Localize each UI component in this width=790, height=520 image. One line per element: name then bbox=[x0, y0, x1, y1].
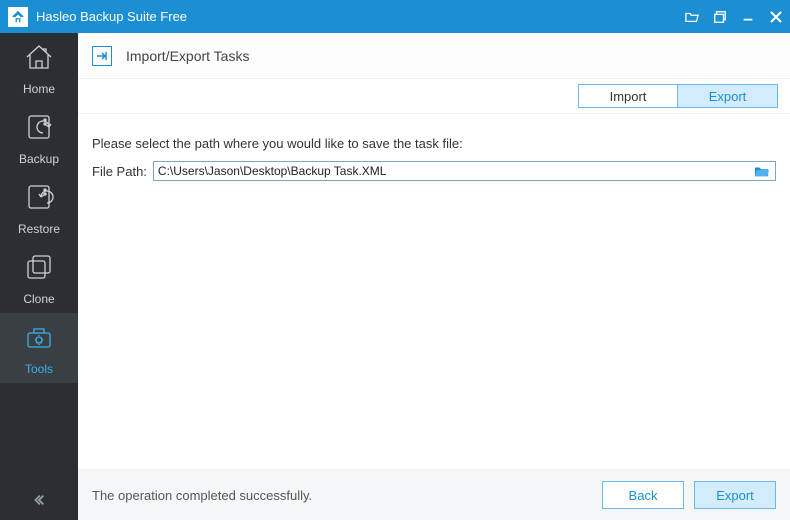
tab-bar: Import Export bbox=[78, 79, 790, 113]
minimize-icon[interactable] bbox=[734, 0, 762, 33]
sidebar-item-label: Restore bbox=[18, 222, 60, 236]
back-button[interactable]: Back bbox=[602, 481, 684, 509]
sidebar-item-backup[interactable]: Backup bbox=[0, 103, 78, 173]
page-title: Import/Export Tasks bbox=[126, 48, 249, 64]
open-folder-icon[interactable] bbox=[678, 0, 706, 33]
clone-icon bbox=[23, 251, 55, 286]
main-panel: Import/Export Tasks Import Export Please… bbox=[78, 33, 790, 520]
close-icon[interactable] bbox=[762, 0, 790, 33]
sidebar-item-tools[interactable]: Tools bbox=[0, 313, 78, 383]
sidebar-item-label: Backup bbox=[19, 152, 59, 166]
titlebar: Hasleo Backup Suite Free bbox=[0, 0, 790, 33]
file-path-label: File Path: bbox=[92, 164, 147, 179]
sidebar-item-restore[interactable]: Restore bbox=[0, 173, 78, 243]
app-icon bbox=[8, 7, 28, 27]
house-icon bbox=[23, 41, 55, 76]
import-export-icon bbox=[92, 46, 112, 66]
restore-window-icon[interactable] bbox=[706, 0, 734, 33]
sidebar-item-label: Tools bbox=[25, 362, 53, 376]
file-path-value: C:\Users\Jason\Desktop\Backup Task.XML bbox=[158, 164, 753, 178]
tab-import[interactable]: Import bbox=[578, 84, 678, 108]
disk-restore-icon bbox=[23, 181, 55, 216]
app-title: Hasleo Backup Suite Free bbox=[36, 9, 187, 24]
page-header: Import/Export Tasks bbox=[78, 33, 790, 79]
disk-backup-icon bbox=[23, 111, 55, 146]
sidebar-item-home[interactable]: Home bbox=[0, 33, 78, 103]
sidebar: Home Backup Restore Clone Tools bbox=[0, 33, 78, 520]
tab-export[interactable]: Export bbox=[678, 84, 778, 108]
sidebar-item-label: Home bbox=[23, 82, 55, 96]
file-path-input[interactable]: C:\Users\Jason\Desktop\Backup Task.XML bbox=[153, 161, 776, 181]
status-text: The operation completed successfully. bbox=[92, 488, 592, 503]
sidebar-collapse-icon[interactable] bbox=[0, 488, 78, 512]
instruction-text: Please select the path where you would l… bbox=[92, 136, 776, 151]
browse-folder-icon[interactable] bbox=[753, 163, 771, 179]
footer: The operation completed successfully. Ba… bbox=[78, 470, 790, 520]
content-area: Please select the path where you would l… bbox=[78, 113, 790, 470]
sidebar-item-label: Clone bbox=[23, 292, 54, 306]
export-button[interactable]: Export bbox=[694, 481, 776, 509]
sidebar-item-clone[interactable]: Clone bbox=[0, 243, 78, 313]
toolbox-icon bbox=[23, 321, 55, 356]
